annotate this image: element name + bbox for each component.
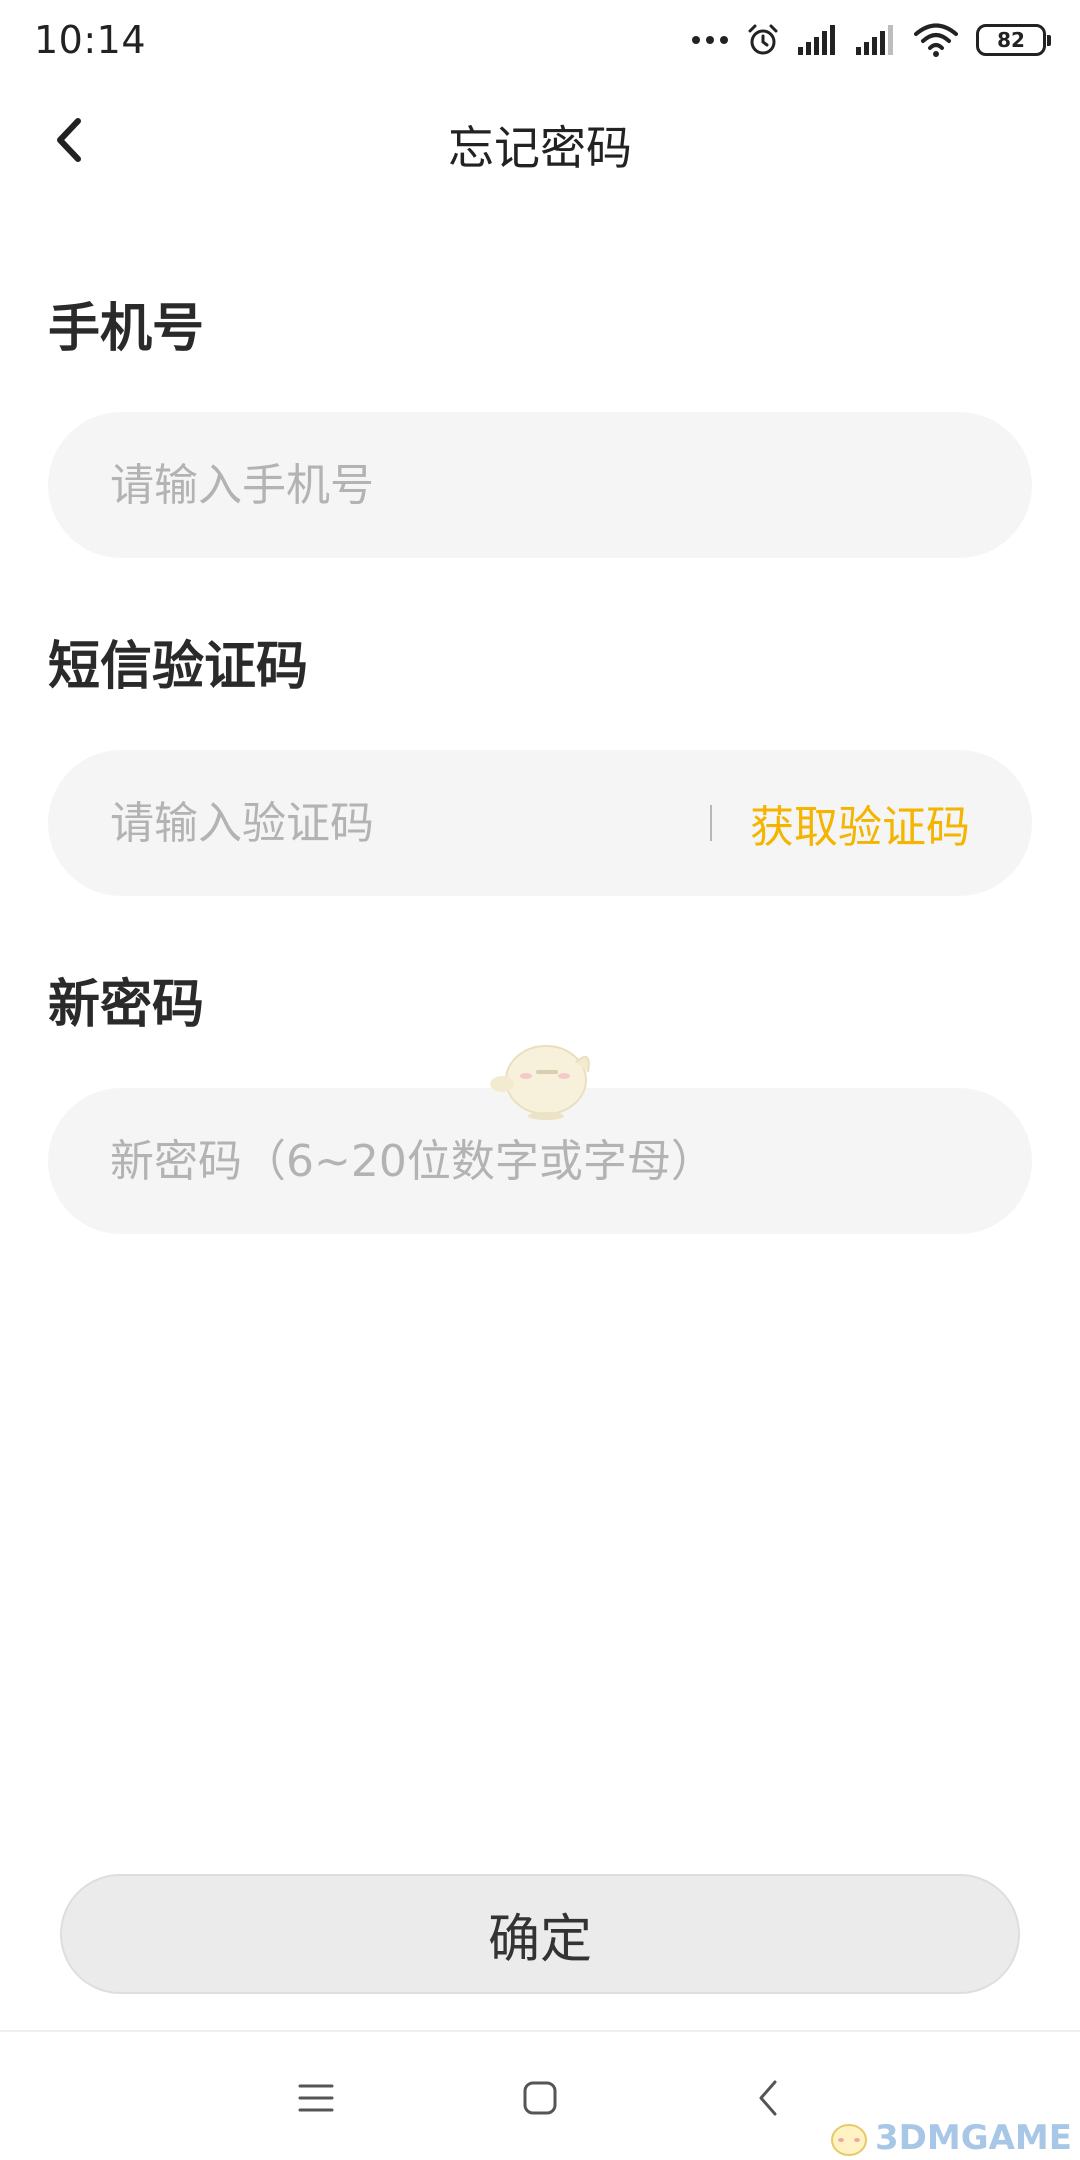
watermark-mascot-icon — [831, 2124, 867, 2156]
forgot-password-screen: 10:14 82 忘记密码 手机号 请输入手机号 短信验证码 请输入验证码 获取… — [0, 0, 1080, 2160]
back-icon — [759, 2080, 777, 2116]
home-icon — [523, 2081, 557, 2115]
mascot-watermark-icon — [490, 1045, 590, 1120]
status-bar: 10:14 82 — [0, 0, 1080, 80]
alarm-icon — [748, 24, 778, 55]
phone-input[interactable] — [110, 459, 970, 511]
sms-code-input[interactable] — [110, 797, 690, 849]
watermark-text: 3DMGAME — [875, 2118, 1072, 2158]
signal-icon — [798, 25, 835, 55]
phone-field[interactable] — [48, 412, 1032, 558]
sms-code-label: 短信验证码 — [48, 637, 309, 697]
more-dots-icon — [692, 36, 728, 44]
new-password-label: 新密码 — [48, 975, 205, 1035]
confirm-button[interactable]: 确定 — [60, 1874, 1020, 1994]
wifi-icon — [914, 23, 958, 57]
phone-label: 手机号 — [48, 299, 205, 359]
field-divider — [710, 805, 712, 841]
sms-code-field[interactable]: 获取验证码 — [48, 750, 1032, 896]
status-time: 10:14 — [34, 18, 147, 62]
menu-icon — [298, 2084, 334, 2112]
nav-home-button[interactable] — [510, 2068, 570, 2128]
signal-icon — [856, 25, 893, 55]
system-nav-bar: 3DMGAME — [0, 2030, 1080, 2160]
new-password-input[interactable] — [110, 1135, 970, 1187]
get-code-button[interactable]: 获取验证码 — [750, 791, 970, 855]
page-title: 忘记密码 — [448, 121, 632, 175]
nav-back-button[interactable] — [738, 2068, 798, 2128]
site-watermark: 3DMGAME — [825, 2118, 1072, 2158]
battery-level: 82 — [997, 28, 1025, 52]
status-icons: 82 — [692, 23, 1051, 57]
nav-menu-button[interactable] — [286, 2068, 346, 2128]
battery-icon: 82 — [976, 24, 1051, 56]
